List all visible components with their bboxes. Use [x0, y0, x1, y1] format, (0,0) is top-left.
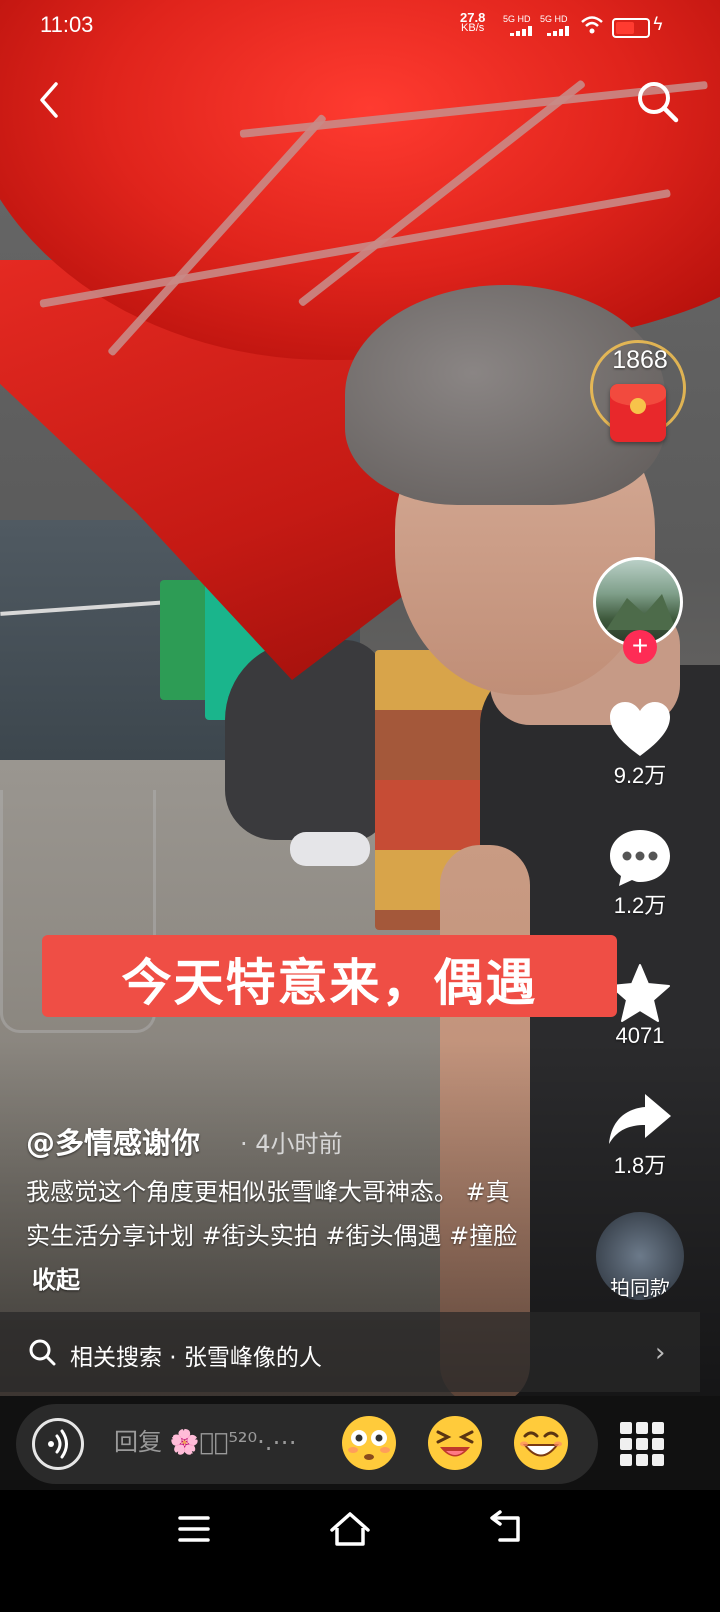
home-icon[interactable] [320, 1504, 380, 1554]
same-style-button[interactable]: 拍同款 [596, 1212, 684, 1300]
share-button[interactable]: 1.8万 [600, 1090, 680, 1180]
reply-input-pill[interactable] [16, 1404, 598, 1484]
sound-wave-icon [48, 1429, 68, 1459]
search-icon[interactable] [632, 76, 682, 126]
battery-level [616, 22, 634, 34]
battery-icon [612, 18, 650, 38]
post-description-text: 我感觉这个角度更相似张雪峰大哥神态。 #真实生活分享计划 #街头实拍 #街头偶遇… [26, 1178, 518, 1250]
favorite-count: 4071 [615, 1023, 665, 1048]
back-icon[interactable] [476, 1504, 536, 1554]
sim2-label: 5G HD [540, 14, 568, 24]
star-icon [610, 964, 670, 1022]
menu-icon[interactable] [164, 1504, 224, 1554]
chevron-right-icon: › [655, 1338, 666, 1368]
related-search-bar[interactable]: 相关搜索 · 张雪峰像的人 › [0, 1312, 700, 1392]
follow-button[interactable]: + [623, 630, 657, 664]
reply-input[interactable]: 回复 🌸ꦿ͙⁵²⁰·.⋯ [114, 1422, 296, 1457]
clock: 11:03 [40, 12, 94, 37]
video-caption-banner: 今天特意来，偶遇 [42, 935, 617, 1017]
same-style-label: 拍同款 [610, 1276, 670, 1300]
red-envelope-icon [610, 384, 666, 442]
reply-bar: 回复 🌸ꦿ͙⁵²⁰·.⋯ [0, 1396, 720, 1490]
comment-bubble-icon [610, 830, 670, 886]
status-bar: 11:03 27.8 KB/s 5G HD 5G HD ϟ [0, 0, 720, 54]
related-search-text: 相关搜索 · 张雪峰像的人 [70, 1345, 322, 1371]
sim1-label: 5G HD [503, 14, 531, 24]
share-count: 1.8万 [613, 1153, 667, 1178]
heart-icon [610, 702, 670, 756]
video-caption-text: 今天特意来，偶遇 [121, 954, 538, 1012]
author-name[interactable]: @多情感谢你 [26, 1120, 200, 1162]
red-packet-count: 1868 [612, 346, 668, 374]
comment-button[interactable]: 1.2万 [600, 828, 680, 920]
red-packet-widget[interactable]: 1868 [588, 340, 692, 450]
chevron-left-icon[interactable] [28, 78, 72, 122]
grinning-face-emoji-icon[interactable] [512, 1414, 570, 1472]
post-time: · 4小时前 [240, 1130, 343, 1158]
share-arrow-icon [609, 1094, 671, 1144]
voice-input-button[interactable] [32, 1418, 84, 1470]
like-button[interactable]: 9.2万 [600, 700, 680, 790]
apps-grid-icon[interactable] [620, 1422, 664, 1466]
network-speed-unit: KB/s [461, 22, 485, 34]
wifi-icon [581, 16, 603, 34]
laughing-squint-face-emoji-icon[interactable] [426, 1414, 484, 1472]
charging-bolt-icon: ϟ [652, 14, 664, 35]
flushed-face-emoji-icon[interactable] [340, 1414, 398, 1472]
signal-bars-icon [510, 26, 532, 36]
like-count: 9.2万 [613, 763, 667, 788]
comment-count: 1.2万 [613, 893, 667, 918]
network-speed: 27.8 KB/s [460, 11, 485, 34]
post-description[interactable]: 我感觉这个角度更相似张雪峰大哥神态。 #真实生活分享计划 #街头实拍 #街头偶遇… [26, 1170, 526, 1302]
system-navigation-bar [0, 1490, 720, 1612]
search-icon [29, 1339, 56, 1366]
signal-bars-icon [547, 26, 569, 36]
collapse-link[interactable]: 收起 [32, 1266, 80, 1294]
